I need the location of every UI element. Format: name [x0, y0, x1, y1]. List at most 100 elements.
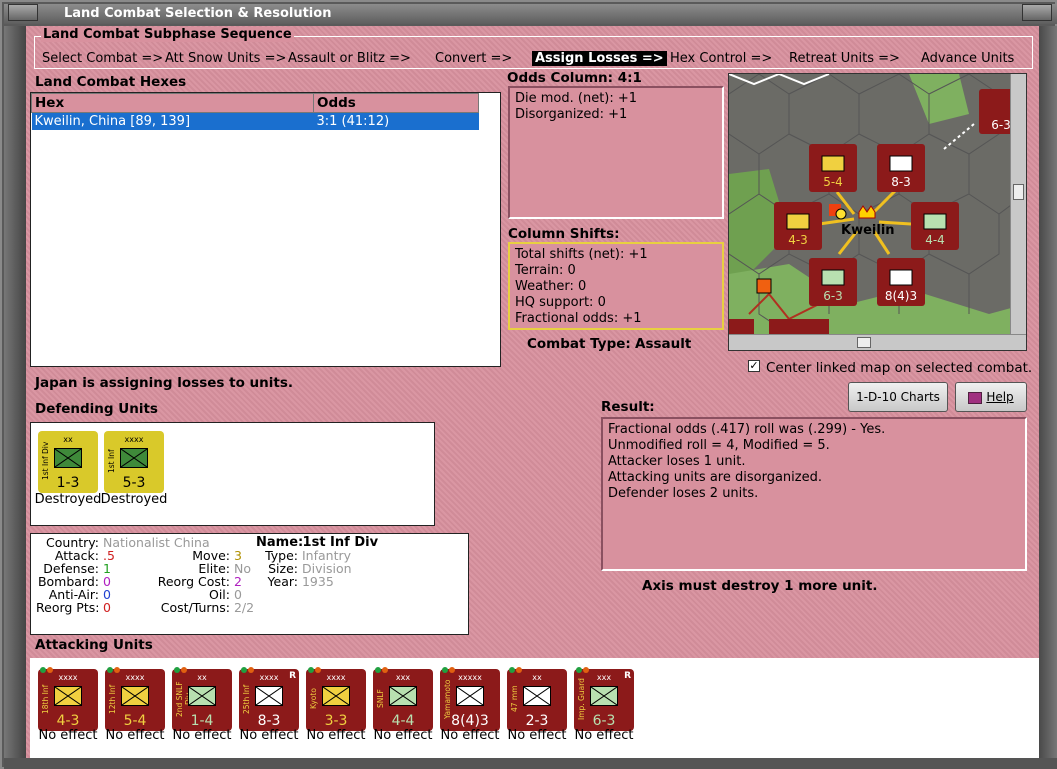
- result-line: Unmodified roll = 4, Modified = 5.: [608, 438, 830, 453]
- charts-button[interactable]: 1-D-10 Charts: [848, 382, 948, 412]
- right-border: [1037, 26, 1057, 758]
- result-line: Defender loses 2 units.: [608, 486, 759, 501]
- attacking-unit-counter[interactable]: xxxx 25th Inf R 8-3: [239, 667, 299, 731]
- attacking-unit-caption: No effect: [507, 728, 567, 743]
- attacking-unit-caption: No effect: [38, 728, 98, 743]
- infantry-symbol-icon: [54, 448, 82, 468]
- attacking-unit-counter[interactable]: xxxxx Yamamoto 8(4)3: [440, 667, 500, 731]
- combat-type-label: Combat Type:: [527, 336, 631, 352]
- map-horizontal-scrollbar[interactable]: [729, 334, 1026, 350]
- title-bar: Land Combat Selection & Resolution: [4, 4, 1057, 24]
- attacking-unit-caption: No effect: [306, 728, 366, 743]
- status-dots: [509, 662, 531, 673]
- status-dots: [576, 662, 598, 673]
- attacking-unit-caption: No effect: [373, 728, 433, 743]
- svg-text:5-4: 5-4: [823, 175, 843, 189]
- shift-line: Total shifts (net): +1: [515, 247, 648, 262]
- map-terrain: Kweilin 5-4 8-3 4-3 4-4 6-3 8(4)3 6-3: [729, 74, 1026, 335]
- map-counter[interactable]: 8-3: [877, 144, 925, 192]
- shift-line: Fractional odds: +1: [515, 311, 642, 326]
- status-dots: [174, 662, 196, 673]
- sequence-label: Land Combat Subphase Sequence: [41, 27, 294, 42]
- status-dots: [308, 662, 330, 673]
- svg-text:4-4: 4-4: [925, 233, 945, 247]
- attacking-unit-counter[interactable]: xxxx Kyoto 3-3: [306, 667, 366, 731]
- close-button[interactable]: [1022, 4, 1052, 21]
- info-reorgpts: 0: [102, 600, 111, 615]
- step-att-snow-units[interactable]: Att Snow Units =>: [165, 51, 286, 66]
- status-dots: [241, 662, 263, 673]
- hexes-table-panel: Hex Odds Kweilin, China [89, 139] 3:1 (4…: [30, 92, 501, 367]
- center-map-checkbox[interactable]: ✓: [748, 360, 760, 372]
- shift-line: Terrain: 0: [515, 263, 576, 278]
- unit-strength: 3-3: [324, 713, 348, 729]
- info-year: 1935: [301, 574, 334, 589]
- map-vertical-scrollbar[interactable]: [1010, 74, 1026, 334]
- step-retreat-units[interactable]: Retreat Units =>: [789, 51, 900, 66]
- step-advance-units[interactable]: Advance Units: [921, 51, 1014, 66]
- unit-strength: 1-3: [56, 475, 80, 491]
- reserve-flag: R: [624, 671, 631, 681]
- attacking-unit-counter[interactable]: xxx SNLF 4-4: [373, 667, 433, 731]
- unit-type-icon: [456, 686, 484, 706]
- attacking-label: Attacking Units: [35, 637, 153, 653]
- svg-text:6-3: 6-3: [991, 118, 1011, 132]
- center-map-label: Center linked map on selected combat.: [766, 360, 1033, 376]
- unit-type-icon: [389, 686, 417, 706]
- defending-unit-caption: Destroyed: [34, 492, 102, 507]
- attacking-unit-counter[interactable]: xx 47 mm 2-3: [507, 667, 567, 731]
- step-select-combat[interactable]: Select Combat =>: [42, 51, 163, 66]
- map-counter[interactable]: 4-3: [774, 202, 822, 250]
- col-odds[interactable]: Odds: [313, 93, 479, 113]
- unit-info-right: Name: 1st Inf Div Type: Infantry Size: D…: [256, 536, 378, 588]
- step-convert[interactable]: Convert =>: [435, 51, 512, 66]
- result-line: Fractional odds (.417) roll was (.299) -…: [608, 422, 886, 437]
- unit-type-icon: [322, 686, 350, 706]
- unit-type-icon: [188, 686, 216, 706]
- hexes-label: Land Combat Hexes: [35, 74, 187, 90]
- info-costturns: 2/2: [233, 600, 255, 615]
- map-vscroll-thumb[interactable]: [1013, 184, 1024, 200]
- col-hex[interactable]: Hex: [31, 93, 314, 113]
- unit-strength: 2-3: [525, 713, 549, 729]
- attacking-unit-counter[interactable]: xx 2nd SNLF Div 1-4: [172, 667, 232, 731]
- help-book-icon: [968, 391, 983, 404]
- shift-line: HQ support: 0: [515, 295, 606, 310]
- unit-strength: 4-4: [391, 713, 415, 729]
- svg-text:8-3: 8-3: [891, 175, 911, 189]
- map-counter[interactable]: 4-4: [911, 202, 959, 250]
- dialog-client: Land Combat Subphase Sequence Select Com…: [26, 26, 1039, 758]
- defending-label: Defending Units: [35, 401, 158, 417]
- help-label: Help: [986, 390, 1014, 404]
- result-line: Attacking units are disorganized.: [608, 470, 822, 485]
- attacking-unit-caption: No effect: [239, 728, 299, 743]
- column-shifts-box: Total shifts (net): +1 Terrain: 0 Weathe…: [508, 242, 724, 330]
- bottom-border: [4, 758, 1057, 769]
- map-counter[interactable]: 6-3: [809, 258, 857, 306]
- unit-strength: 1-4: [190, 713, 214, 729]
- step-assign-losses[interactable]: Assign Losses =>: [532, 51, 667, 66]
- step-hex-control[interactable]: Hex Control =>: [670, 51, 772, 66]
- svg-text:8(4)3: 8(4)3: [885, 289, 917, 303]
- defending-unit-counter[interactable]: xx 1st Inf Div 1-3: [38, 431, 98, 493]
- system-menu-button[interactable]: [8, 4, 38, 21]
- map-counter[interactable]: 5-4: [809, 144, 857, 192]
- attacking-unit-counter[interactable]: xxxx 18th Inf 4-3: [38, 667, 98, 731]
- map-counter[interactable]: 8(4)3: [877, 258, 925, 306]
- map-view[interactable]: Kweilin 5-4 8-3 4-3 4-4 6-3 8(4)3 6-3: [728, 73, 1027, 351]
- attacking-unit-counter[interactable]: xxxx 12th Inf 5-4: [105, 667, 165, 731]
- infantry-symbol-icon: [120, 448, 148, 468]
- table-row[interactable]: Kweilin, China [89, 139] 3:1 (41:12): [31, 112, 479, 130]
- svg-text:6-3: 6-3: [823, 289, 843, 303]
- map-hscroll-thumb[interactable]: [857, 337, 871, 348]
- defending-unit-counter[interactable]: xxxx 1st Inf 5-3: [104, 431, 164, 493]
- attacking-unit-caption: No effect: [105, 728, 165, 743]
- result-line: Attacker loses 1 unit.: [608, 454, 746, 469]
- step-assault-or-blitz[interactable]: Assault or Blitz =>: [288, 51, 411, 66]
- status-dots: [375, 662, 397, 673]
- map-city-label: Kweilin: [841, 223, 895, 238]
- attacking-unit-counter[interactable]: xxx Imp. Guard R 6-3: [574, 667, 634, 731]
- help-button[interactable]: Help: [955, 382, 1027, 412]
- attacking-unit-caption: No effect: [574, 728, 634, 743]
- hexes-header-row: Hex Odds: [31, 93, 479, 113]
